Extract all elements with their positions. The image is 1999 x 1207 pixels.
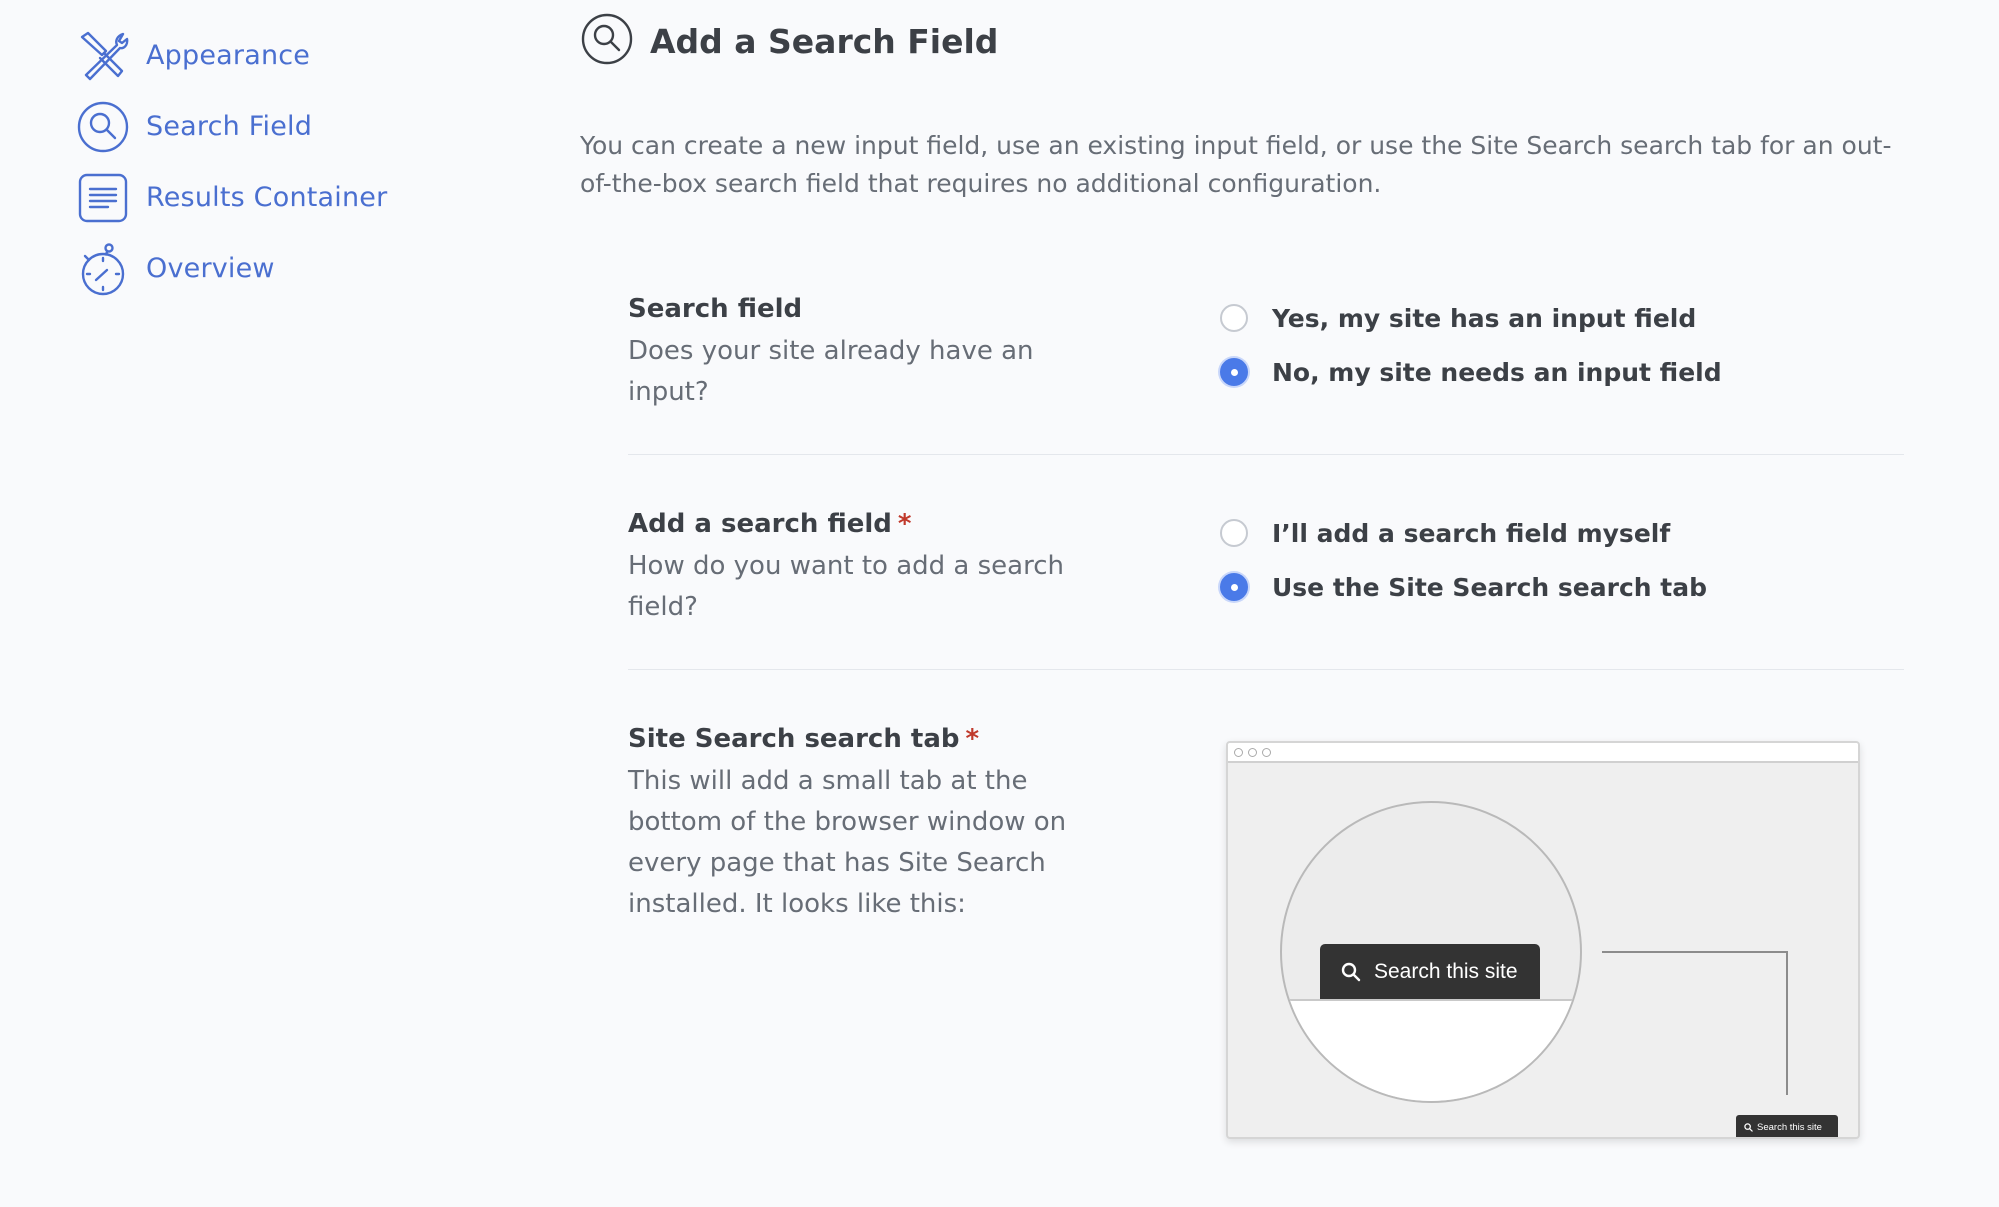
search-icon <box>1744 1122 1753 1132</box>
search-tab-label: Search this site <box>1374 959 1518 983</box>
required-marker: * <box>897 509 912 539</box>
magnifier-page-bottom <box>1282 999 1580 1101</box>
radio-label: No, my site needs an input field <box>1272 357 1722 387</box>
search-tab-preview: Search this site Search this site <box>1226 741 1860 1139</box>
section-divider <box>628 454 1904 455</box>
search-tab-actual: Search this site <box>1736 1115 1838 1137</box>
section-label: Site Search search tab * This will add a … <box>628 721 1108 925</box>
radio-label: Use the Site Search search tab <box>1272 572 1707 602</box>
window-dot-icon <box>1262 747 1271 757</box>
search-icon <box>580 12 634 70</box>
section-description: Does your site already have an input? <box>628 336 1034 407</box>
search-icon <box>76 99 132 155</box>
section-title: Add a search field * <box>628 506 1108 542</box>
section-divider <box>628 669 1904 670</box>
section-label: Search field Does your site already have… <box>628 291 1108 413</box>
sidebar-item-results-container[interactable]: Results Container <box>76 162 476 233</box>
radio-button-checked[interactable] <box>1220 358 1248 386</box>
sidebar: Appearance Search Field Results Containe… <box>76 20 476 304</box>
window-dot-icon <box>1248 747 1257 757</box>
sidebar-item-search-field[interactable]: Search Field <box>76 91 476 162</box>
radio-button[interactable] <box>1220 519 1248 547</box>
magnifier-circle: Search this site <box>1280 801 1582 1103</box>
section-label: Add a search field * How do you want to a… <box>628 506 1108 628</box>
required-marker: * <box>965 724 980 754</box>
radio-label: Yes, my site has an input field <box>1272 303 1697 333</box>
search-tab-enlarged: Search this site <box>1320 944 1540 999</box>
radio-label: I’ll add a search field myself <box>1272 518 1671 548</box>
page-header: Add a Search Field <box>580 12 998 70</box>
sidebar-item-label: Results Container <box>146 182 388 213</box>
section-title: Search field <box>628 294 803 324</box>
stopwatch-icon <box>76 241 132 297</box>
list-icon <box>76 170 132 226</box>
sidebar-item-overview[interactable]: Overview <box>76 233 476 304</box>
radio-option-needs-input[interactable]: No, my site needs an input field <box>1220 345 1722 399</box>
page-title: Add a Search Field <box>650 21 999 61</box>
browser-titlebar <box>1228 743 1858 763</box>
search-tab-label-small: Search this site <box>1757 1121 1822 1133</box>
radio-option-add-myself[interactable]: I’ll add a search field myself <box>1220 506 1707 560</box>
search-field-options: Yes, my site has an input field No, my s… <box>1220 291 1722 399</box>
sidebar-item-label: Overview <box>146 253 275 284</box>
section-title: Site Search search tab * <box>628 721 1108 757</box>
search-icon <box>1341 962 1361 981</box>
callout-line <box>1602 951 1788 953</box>
radio-button-checked[interactable] <box>1220 573 1248 601</box>
sidebar-item-label: Appearance <box>146 40 311 71</box>
window-dot-icon <box>1234 747 1243 757</box>
add-search-field-options: I’ll add a search field myself Use the S… <box>1220 506 1707 614</box>
intro-text: You can create a new input field, use an… <box>580 131 1892 198</box>
radio-option-use-search-tab[interactable]: Use the Site Search search tab <box>1220 560 1707 614</box>
callout-line <box>1786 951 1788 1095</box>
sidebar-item-label: Search Field <box>146 111 313 142</box>
section-description: How do you want to add a search field? <box>628 551 1064 622</box>
radio-button[interactable] <box>1220 304 1248 332</box>
tools-icon <box>76 28 132 84</box>
radio-option-has-input[interactable]: Yes, my site has an input field <box>1220 291 1722 345</box>
section-description: This will add a small tab at the bottom … <box>628 766 1067 919</box>
section-title-text: Add a search field <box>628 509 892 539</box>
section-title-text: Site Search search tab <box>628 724 960 754</box>
sidebar-item-appearance[interactable]: Appearance <box>76 20 476 91</box>
